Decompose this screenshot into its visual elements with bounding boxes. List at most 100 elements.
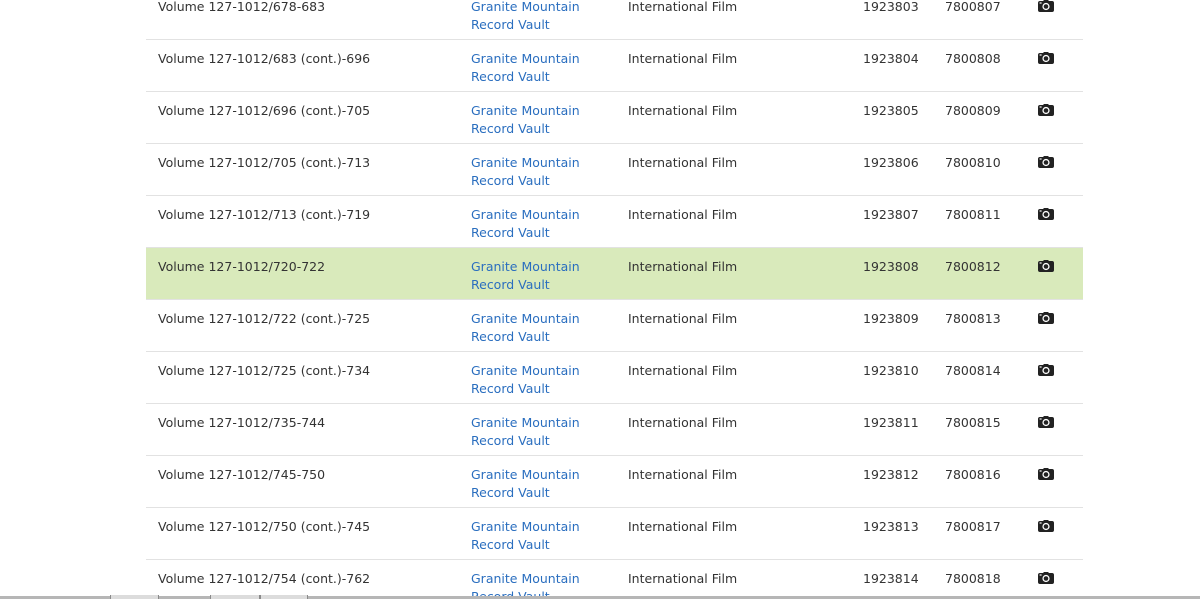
location-link[interactable]: Granite Mountain Record Vault [471, 206, 580, 242]
location-line-2: Record Vault [471, 433, 550, 448]
film-number: 1923814 [863, 571, 919, 586]
location-line-1: Granite Mountain [471, 311, 580, 326]
camera-icon[interactable] [1038, 208, 1054, 220]
dgs-number: 7800813 [945, 311, 1001, 326]
film-format: International Film [628, 415, 738, 430]
location-line-1: Granite Mountain [471, 51, 580, 66]
location-line-1: Granite Mountain [471, 467, 580, 482]
location-line-2: Record Vault [471, 121, 550, 136]
volume-title: Volume 127-1012/722 (cont.)-725 [158, 311, 371, 326]
table-row-highlighted: Volume 127-1012/720-722 Granite Mountain… [146, 247, 1083, 299]
camera-icon[interactable] [1038, 104, 1054, 116]
table-row: Volume 127-1012/722 (cont.)-725 Granite … [146, 299, 1083, 351]
table-row: Volume 127-1012/725 (cont.)-734 Granite … [146, 351, 1083, 403]
film-format: International Film [628, 51, 738, 66]
location-link[interactable]: Granite Mountain Record Vault [471, 0, 580, 34]
volume-title: Volume 127-1012/745-750 [158, 467, 326, 482]
table-row: Volume 127-1012/735-744 Granite Mountain… [146, 403, 1083, 455]
location-link[interactable]: Granite Mountain Record Vault [471, 258, 580, 294]
film-number: 1923806 [863, 155, 919, 170]
location-line-1: Granite Mountain [471, 259, 580, 274]
film-number: 1923808 [863, 259, 919, 274]
film-number: 1923809 [863, 311, 919, 326]
film-format: International Film [628, 103, 738, 118]
table-row: Volume 127-1012/754 (cont.)-762 Granite … [146, 559, 1083, 599]
location-line-1: Granite Mountain [471, 0, 580, 14]
table-row: Volume 127-1012/683 (cont.)-696 Granite … [146, 39, 1083, 91]
location-line-2: Record Vault [471, 173, 550, 188]
location-link[interactable]: Granite Mountain Record Vault [471, 414, 580, 450]
dgs-number: 7800815 [945, 415, 1001, 430]
camera-icon[interactable] [1038, 260, 1054, 272]
location-line-2: Record Vault [471, 485, 550, 500]
volume-title: Volume 127-1012/683 (cont.)-696 [158, 51, 371, 66]
camera-icon[interactable] [1038, 416, 1054, 428]
film-format: International Film [628, 259, 738, 274]
film-number: 1923807 [863, 207, 919, 222]
camera-icon[interactable] [1038, 364, 1054, 376]
film-format: International Film [628, 519, 738, 534]
camera-icon[interactable] [1038, 52, 1054, 64]
location-line-1: Granite Mountain [471, 155, 580, 170]
bottom-tab[interactable] [260, 595, 308, 599]
film-number: 1923813 [863, 519, 919, 534]
location-link[interactable]: Granite Mountain Record Vault [471, 50, 580, 86]
film-number: 1923805 [863, 103, 919, 118]
volume-title: Volume 127-1012/750 (cont.)-745 [158, 519, 371, 534]
volume-title: Volume 127-1012/678-683 [158, 0, 326, 14]
volume-title: Volume 127-1012/735-744 [158, 415, 326, 430]
location-link[interactable]: Granite Mountain Record Vault [471, 310, 580, 346]
volume-title: Volume 127-1012/720-722 [158, 259, 326, 274]
volume-title: Volume 127-1012/754 (cont.)-762 [158, 571, 371, 586]
dgs-number: 7800816 [945, 467, 1001, 482]
location-link[interactable]: Granite Mountain Record Vault [471, 102, 580, 138]
volume-title: Volume 127-1012/713 (cont.)-719 [158, 207, 371, 222]
location-link[interactable]: Granite Mountain Record Vault [471, 518, 580, 554]
location-line-1: Granite Mountain [471, 103, 580, 118]
camera-icon[interactable] [1038, 468, 1054, 480]
table-row: Volume 127-1012/705 (cont.)-713 Granite … [146, 143, 1083, 195]
table-row: Volume 127-1012/678-683 Granite Mountain… [146, 0, 1083, 39]
dgs-number: 7800812 [945, 259, 1001, 274]
location-link[interactable]: Granite Mountain Record Vault [471, 154, 580, 190]
table-row: Volume 127-1012/745-750 Granite Mountain… [146, 455, 1083, 507]
location-link[interactable]: Granite Mountain Record Vault [471, 362, 580, 398]
location-link[interactable]: Granite Mountain Record Vault [471, 466, 580, 502]
camera-icon[interactable] [1038, 0, 1054, 12]
location-line-2: Record Vault [471, 17, 550, 32]
location-link[interactable]: Granite Mountain Record Vault [471, 570, 580, 599]
bottom-tab[interactable] [210, 595, 260, 599]
table-row: Volume 127-1012/696 (cont.)-705 Granite … [146, 91, 1083, 143]
film-format: International Film [628, 571, 738, 586]
camera-icon[interactable] [1038, 572, 1054, 584]
dgs-number: 7800810 [945, 155, 1001, 170]
dgs-number: 7800818 [945, 571, 1001, 586]
volume-title: Volume 127-1012/705 (cont.)-713 [158, 155, 371, 170]
film-number: 1923811 [863, 415, 919, 430]
camera-icon[interactable] [1038, 156, 1054, 168]
film-format: International Film [628, 311, 738, 326]
bottom-tab[interactable] [110, 595, 159, 599]
location-line-1: Granite Mountain [471, 571, 580, 586]
location-line-1: Granite Mountain [471, 207, 580, 222]
volume-title: Volume 127-1012/696 (cont.)-705 [158, 103, 371, 118]
film-format: International Film [628, 155, 738, 170]
film-format: International Film [628, 363, 738, 378]
dgs-number: 7800807 [945, 0, 1001, 14]
camera-icon[interactable] [1038, 520, 1054, 532]
film-list-viewport: Volume 127-1012/678-683 Granite Mountain… [0, 0, 1200, 599]
film-format: International Film [628, 0, 738, 14]
dgs-number: 7800817 [945, 519, 1001, 534]
location-line-2: Record Vault [471, 69, 550, 84]
film-number: 1923810 [863, 363, 919, 378]
location-line-1: Granite Mountain [471, 519, 580, 534]
location-line-1: Granite Mountain [471, 363, 580, 378]
location-line-2: Record Vault [471, 537, 550, 552]
camera-icon[interactable] [1038, 312, 1054, 324]
volume-title: Volume 127-1012/725 (cont.)-734 [158, 363, 371, 378]
film-format: International Film [628, 207, 738, 222]
table-row: Volume 127-1012/713 (cont.)-719 Granite … [146, 195, 1083, 247]
table-row: Volume 127-1012/750 (cont.)-745 Granite … [146, 507, 1083, 559]
location-line-2: Record Vault [471, 277, 550, 292]
location-line-2: Record Vault [471, 225, 550, 240]
